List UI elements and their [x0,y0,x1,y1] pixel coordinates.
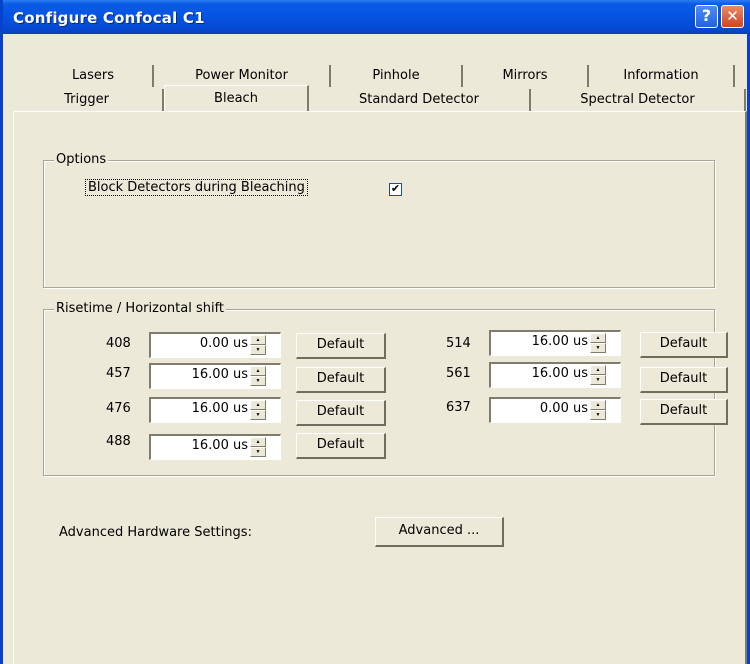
block-detectors-checkbox[interactable]: ✔ [389,183,402,196]
wavelength-label-514: 514 [446,336,471,351]
risetime-value: 0.00 us [539,401,588,416]
spin-up-icon[interactable]: ▲ [250,400,266,410]
advanced-settings-label: Advanced Hardware Settings: [59,525,252,540]
close-icon[interactable]: ✕ [721,5,744,28]
default-button-561[interactable]: Default [640,367,728,393]
default-button-476[interactable]: Default [296,400,386,426]
block-detectors-label[interactable]: Block Detectors during Bleaching [85,179,308,196]
risetime-field-561[interactable]: 16.00 us ▲ ▼ [489,362,621,388]
spin-up-icon[interactable]: ▲ [590,333,606,343]
advanced-button[interactable]: Advanced ... [375,517,504,547]
risetime-value: 16.00 us [191,438,248,453]
spin-down-icon[interactable]: ▼ [250,410,266,420]
options-group-label: Options [54,152,109,167]
spin-down-icon[interactable]: ▼ [590,410,606,420]
risetime-field-408[interactable]: 0.00 us ▲ ▼ [149,332,281,358]
default-button-514[interactable]: Default [640,332,728,358]
risetime-group-label: Risetime / Horizontal shift [54,301,227,316]
wavelength-label-637: 637 [446,400,471,415]
risetime-field-637[interactable]: 0.00 us ▲ ▼ [489,397,621,423]
risetime-field-457[interactable]: 16.00 us ▲ ▼ [149,363,281,389]
spin-buttons: ▲ ▼ [250,366,266,386]
default-button-488[interactable]: Default [296,433,386,459]
tab-power-monitor[interactable]: Power Monitor [154,65,331,87]
tab-trigger[interactable]: Trigger [11,89,164,111]
spin-down-icon[interactable]: ▼ [590,343,606,353]
spin-up-icon[interactable]: ▲ [250,335,266,345]
spin-down-icon[interactable]: ▼ [250,376,266,386]
tab-spectral-detector[interactable]: Spectral Detector [531,89,746,111]
wavelength-label-457: 457 [106,366,131,381]
risetime-value: 16.00 us [531,334,588,349]
spin-up-icon[interactable]: ▲ [590,400,606,410]
spin-up-icon[interactable]: ▲ [250,437,266,447]
title-bar[interactable]: Configure Confocal C1 ? ✕ [3,0,750,34]
window-title: Configure Confocal C1 [13,9,205,27]
risetime-field-514[interactable]: 16.00 us ▲ ▼ [489,330,621,356]
configure-confocal-dialog: Configure Confocal C1 ? ✕ Lasers Power M… [0,0,750,664]
default-button-457[interactable]: Default [296,367,386,393]
wavelength-label-488: 488 [106,434,131,449]
spin-down-icon[interactable]: ▼ [250,345,266,355]
spin-buttons: ▲ ▼ [250,335,266,355]
spin-buttons: ▲ ▼ [590,365,606,385]
tab-bleach[interactable]: Bleach [164,85,309,111]
spin-up-icon[interactable]: ▲ [250,366,266,376]
tab-row-back: Lasers Power Monitor Pinhole Mirrors Inf… [3,65,747,87]
spin-down-icon[interactable]: ▼ [250,447,266,457]
tab-row-front: Trigger Bleach Standard Detector Spectra… [3,85,747,111]
tab-lasers[interactable]: Lasers [34,65,154,87]
checkmark-icon: ✔ [390,183,401,195]
spin-down-icon[interactable]: ▼ [590,375,606,385]
wavelength-label-408: 408 [106,336,131,351]
risetime-value: 16.00 us [531,366,588,381]
risetime-value: 0.00 us [199,336,248,351]
spin-buttons: ▲ ▼ [590,400,606,420]
tab-standard-detector[interactable]: Standard Detector [309,89,531,111]
risetime-field-488[interactable]: 16.00 us ▲ ▼ [149,434,281,460]
default-button-408[interactable]: Default [296,333,386,359]
wavelength-label-476: 476 [106,401,131,416]
tab-pinhole[interactable]: Pinhole [331,65,463,87]
spin-up-icon[interactable]: ▲ [590,365,606,375]
wavelength-label-561: 561 [446,366,471,381]
risetime-value: 16.00 us [191,367,248,382]
tab-information[interactable]: Information [589,65,735,87]
tab-mirrors[interactable]: Mirrors [463,65,589,87]
risetime-field-476[interactable]: 16.00 us ▲ ▼ [149,397,281,423]
risetime-value: 16.00 us [191,401,248,416]
spin-buttons: ▲ ▼ [590,333,606,353]
spin-buttons: ▲ ▼ [250,400,266,420]
help-icon[interactable]: ? [695,5,718,28]
default-button-637[interactable]: Default [640,399,728,425]
spin-buttons: ▲ ▼ [250,437,266,457]
